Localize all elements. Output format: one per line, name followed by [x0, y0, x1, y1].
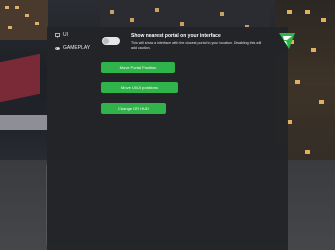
background-object	[0, 53, 40, 103]
background-building-left	[0, 0, 48, 40]
monitor-icon	[55, 32, 60, 38]
settings-panel	[47, 27, 288, 250]
nav-item-label: GAMEPLAY	[63, 45, 91, 51]
move-ui-positions-button[interactable]: Move UI/UI positions	[101, 82, 178, 93]
background-sidewalk	[0, 115, 48, 130]
settings-nav: UI GAMEPLAY	[55, 30, 90, 53]
setting-title: Show nearest portal on your interface	[131, 33, 221, 39]
gamepad-icon	[55, 46, 60, 51]
nearest-portal-toggle[interactable]	[102, 37, 120, 45]
nav-item-ui[interactable]: UI	[55, 30, 90, 40]
nav-item-label: UI	[63, 32, 68, 38]
setting-description: This will show a interface with the clos…	[131, 41, 262, 50]
move-portal-position-button[interactable]: Move Portal Position	[101, 62, 175, 73]
nav-item-gameplay[interactable]: GAMEPLAY	[55, 43, 90, 53]
brand-logo-icon	[277, 31, 297, 51]
change-hud-button[interactable]: Change GR HUD	[101, 103, 166, 114]
toggle-knob	[103, 38, 109, 44]
